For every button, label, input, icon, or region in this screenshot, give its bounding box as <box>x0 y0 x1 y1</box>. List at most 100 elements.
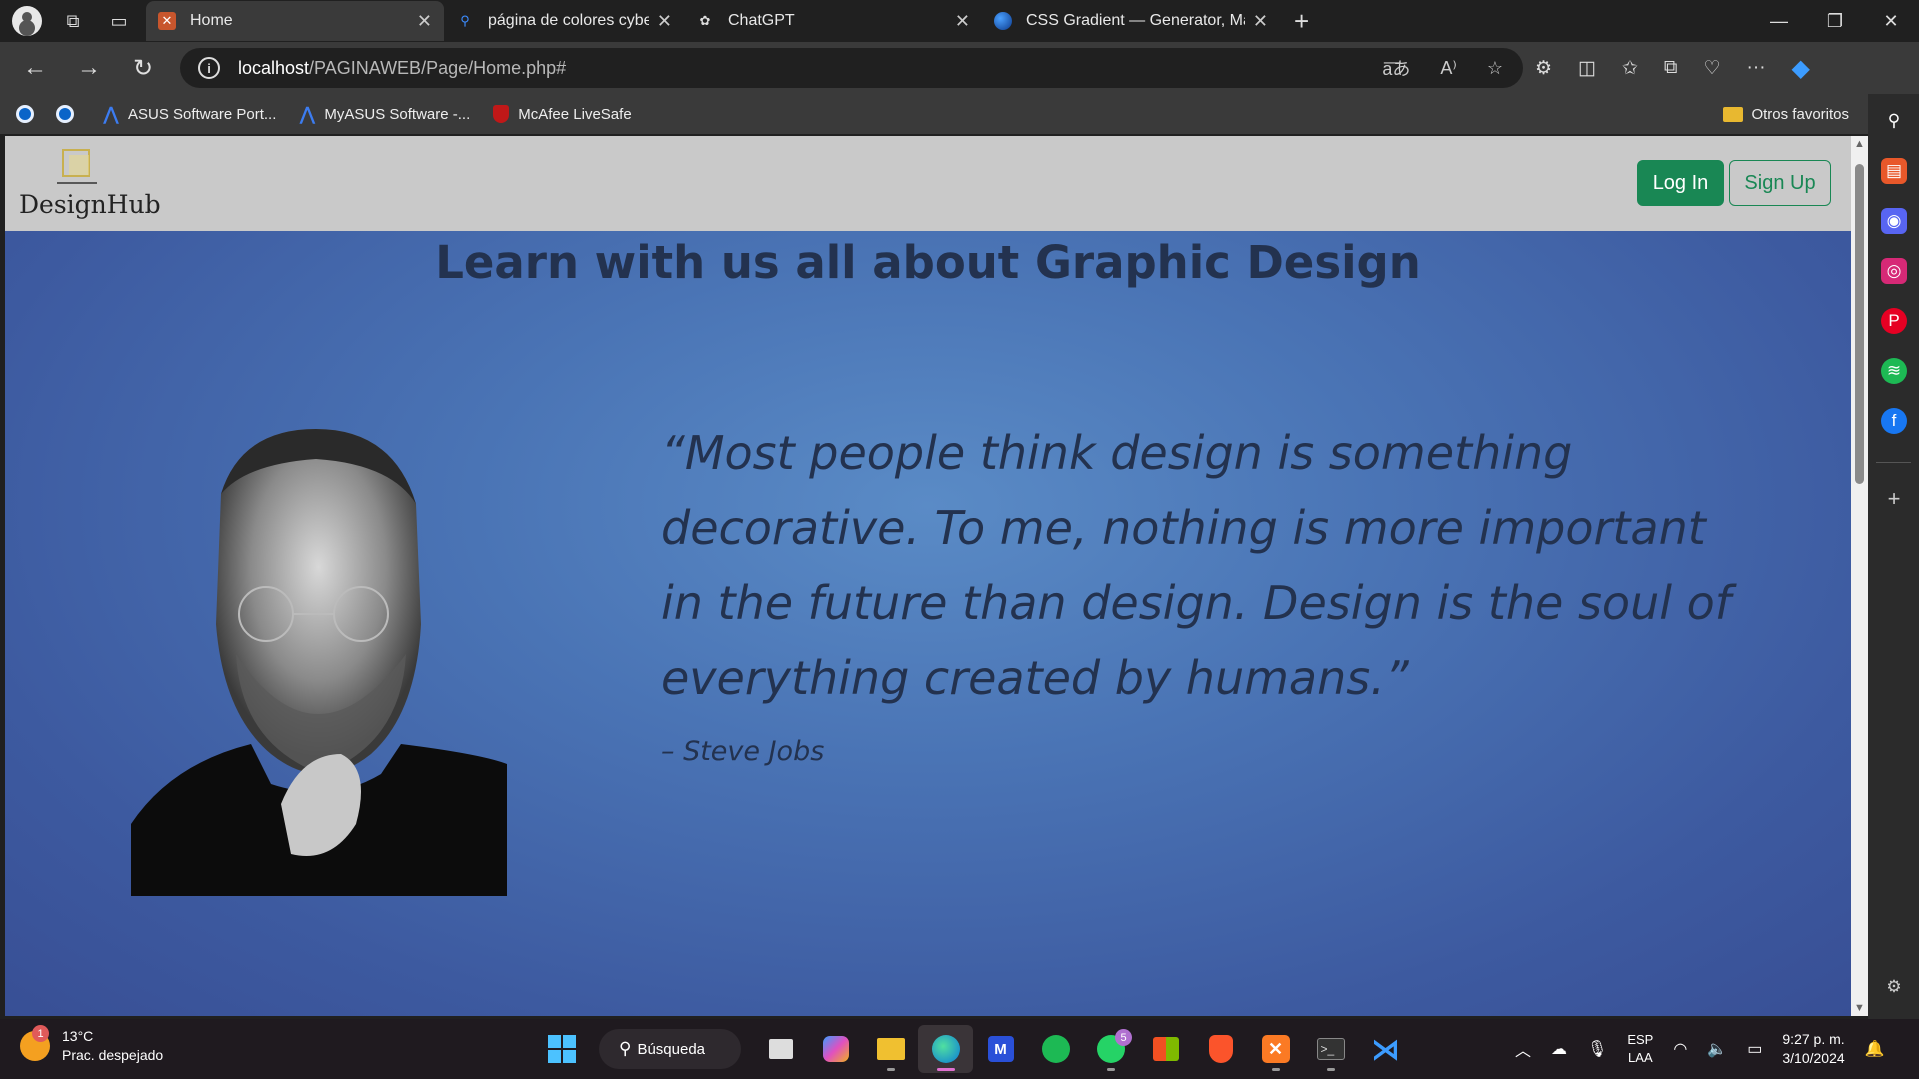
search-label: Búsqueda <box>637 1040 706 1058</box>
bookmark-mcafee[interactable]: McAfee LiveSafe <box>492 105 632 123</box>
other-favorites[interactable]: Otros favoritos <box>1723 106 1849 123</box>
app-m-button[interactable]: M <box>973 1025 1028 1073</box>
favorites-icon[interactable]: ✩ <box>1622 57 1638 80</box>
window-controls: — ❐ ✕ <box>1751 0 1919 42</box>
xampp-taskbar-button[interactable]: ✕ <box>1248 1025 1303 1073</box>
wifi-icon[interactable]: ◠ <box>1673 1039 1687 1059</box>
tab-search-cyberpunk[interactable]: ⚲ página de colores cyberpunk - Bú ✕ <box>444 1 684 41</box>
tab-css-gradient[interactable]: CSS Gradient — Generator, Maker ✕ <box>982 1 1280 41</box>
task-view-icon <box>768 1039 793 1059</box>
instagram-icon[interactable]: ◎ <box>1881 258 1907 284</box>
collections-icon[interactable]: ⧉ <box>1664 57 1678 79</box>
xampp-icon: ✕ <box>158 12 176 30</box>
css-gradient-icon <box>994 12 1012 30</box>
copilot-taskbar-button[interactable] <box>808 1025 863 1073</box>
back-icon[interactable]: ← <box>8 46 62 90</box>
tab-title: Home <box>190 12 233 29</box>
profile-button[interactable] <box>8 2 46 40</box>
search-icon[interactable]: ⚲ <box>1881 108 1907 134</box>
more-icon[interactable]: ··· <box>1747 57 1766 79</box>
mcafee-icon <box>493 105 510 123</box>
quote-attribution: – Steve Jobs <box>661 736 825 767</box>
edge-taskbar-button[interactable] <box>918 1025 973 1073</box>
show-hidden-icons-icon[interactable]: ︿ <box>1515 1037 1531 1061</box>
volume-icon[interactable]: 🔈 <box>1707 1039 1727 1059</box>
tools-icon[interactable]: ▤ <box>1881 158 1907 184</box>
workspaces-icon[interactable]: ⧉ <box>54 2 92 40</box>
login-button[interactable]: Log In <box>1637 160 1724 206</box>
read-aloud-icon[interactable]: A⁾ <box>1440 58 1456 79</box>
weather-desc: Prac. despejado <box>62 1047 164 1063</box>
close-tab-icon[interactable]: ✕ <box>1253 11 1268 32</box>
bookmark-asus-portal[interactable]: ⋀ ASUS Software Port... <box>102 103 277 124</box>
url-text[interactable]: localhost/PAGINAWEB/Page/Home.php# <box>238 58 566 79</box>
taskbar-search[interactable]: ⚲ Búsqueda <box>599 1029 741 1069</box>
clock[interactable]: 9:27 p. m. 3/10/2024 <box>1782 1030 1844 1068</box>
browser-essentials-icon[interactable]: ♡ <box>1704 57 1721 80</box>
bookmark-label: McAfee LiveSafe <box>518 105 632 123</box>
split-screen-icon[interactable]: ◫ <box>1578 57 1596 80</box>
facebook-icon[interactable]: f <box>1881 408 1907 434</box>
store-icon <box>1152 1037 1179 1061</box>
weather-widget[interactable]: 1 13°C Prac. despejado <box>20 1025 164 1065</box>
new-tab-icon[interactable]: + <box>1294 6 1309 37</box>
tab-actions-icon[interactable]: ▭ <box>100 2 138 40</box>
weather-icon: 1 <box>20 1025 50 1061</box>
reload-icon[interactable]: ↻ <box>116 46 170 90</box>
microphone-icon[interactable]: 🎙 <box>1587 1039 1607 1059</box>
minimize-icon[interactable]: — <box>1751 0 1807 42</box>
terminal-taskbar-button[interactable]: >_ <box>1303 1025 1358 1073</box>
pinterest-icon[interactable]: P <box>1881 308 1907 334</box>
profile-icon <box>12 6 42 36</box>
favorite-star-icon[interactable]: ☆ <box>1487 58 1503 79</box>
whatsapp-badge: 5 <box>1115 1029 1132 1046</box>
spotify-icon[interactable]: ≋ <box>1881 358 1907 384</box>
copilot-icon[interactable]: ◆ <box>1792 54 1810 83</box>
translate-icon[interactable]: a͞あ <box>1382 55 1410 81</box>
whatsapp-taskbar-button[interactable]: 5 <box>1083 1025 1138 1073</box>
brave-taskbar-button[interactable] <box>1193 1025 1248 1073</box>
scrollbar-thumb[interactable] <box>1855 164 1864 484</box>
add-icon[interactable]: + <box>1881 486 1907 512</box>
other-favorites-label: Otros favoritos <box>1751 105 1849 123</box>
settings-icon[interactable]: ⚙ <box>1881 974 1907 1000</box>
close-window-icon[interactable]: ✕ <box>1863 0 1919 42</box>
tab-home[interactable]: ✕ Home ✕ <box>146 1 444 41</box>
xampp-icon: ✕ <box>1261 1035 1290 1063</box>
language-indicator[interactable]: ESP LAA <box>1627 1031 1653 1067</box>
url-host: localhost <box>238 57 310 78</box>
hero-title: Learn with us all about Graphic Design <box>435 236 1421 289</box>
m-app-icon: M <box>987 1036 1014 1062</box>
task-view-button[interactable] <box>753 1025 808 1073</box>
edge-icon <box>931 1035 960 1063</box>
tab-chatgpt[interactable]: ✿ ChatGPT ✕ <box>684 1 982 41</box>
close-tab-icon[interactable]: ✕ <box>657 11 672 32</box>
start-button[interactable] <box>534 1025 589 1073</box>
close-tab-icon[interactable]: ✕ <box>417 11 432 32</box>
site-info-icon[interactable]: i <box>198 57 220 79</box>
extensions-icon[interactable]: ⚙ <box>1535 57 1552 80</box>
site-logo-text[interactable]: DesignHub <box>19 190 161 219</box>
windows-icon <box>547 1035 576 1063</box>
spotify-taskbar-button[interactable] <box>1028 1025 1083 1073</box>
onedrive-icon[interactable]: ☁ <box>1551 1039 1567 1059</box>
bookmark-edge-2[interactable] <box>56 105 82 123</box>
discord-icon[interactable]: ◉ <box>1881 208 1907 234</box>
notifications-icon[interactable]: 🔔 <box>1865 1039 1885 1059</box>
restore-icon[interactable]: ❐ <box>1807 0 1863 42</box>
bookmark-edge-1[interactable] <box>16 105 42 123</box>
search-icon: ⚲ <box>619 1039 632 1058</box>
close-tab-icon[interactable]: ✕ <box>955 11 970 32</box>
scroll-down-icon[interactable]: ▼ <box>1854 1002 1865 1014</box>
vscode-taskbar-button[interactable]: ⋊ <box>1358 1025 1413 1073</box>
signup-button[interactable]: Sign Up <box>1729 160 1831 206</box>
address-bar[interactable]: i localhost/PAGINAWEB/Page/Home.php# a͞あ… <box>180 48 1523 88</box>
forward-icon[interactable]: → <box>62 46 116 90</box>
file-explorer-button[interactable] <box>863 1025 918 1073</box>
store-taskbar-button[interactable] <box>1138 1025 1193 1073</box>
scroll-up-icon[interactable]: ▲ <box>1854 138 1865 150</box>
battery-icon[interactable]: ▭ <box>1747 1039 1762 1059</box>
page-scrollbar[interactable]: ▲ ▼ <box>1851 136 1868 1016</box>
bookmark-myasus[interactable]: ⋀ MyASUS Software -... <box>298 104 470 124</box>
asus-icon: ⋀ <box>103 103 119 124</box>
